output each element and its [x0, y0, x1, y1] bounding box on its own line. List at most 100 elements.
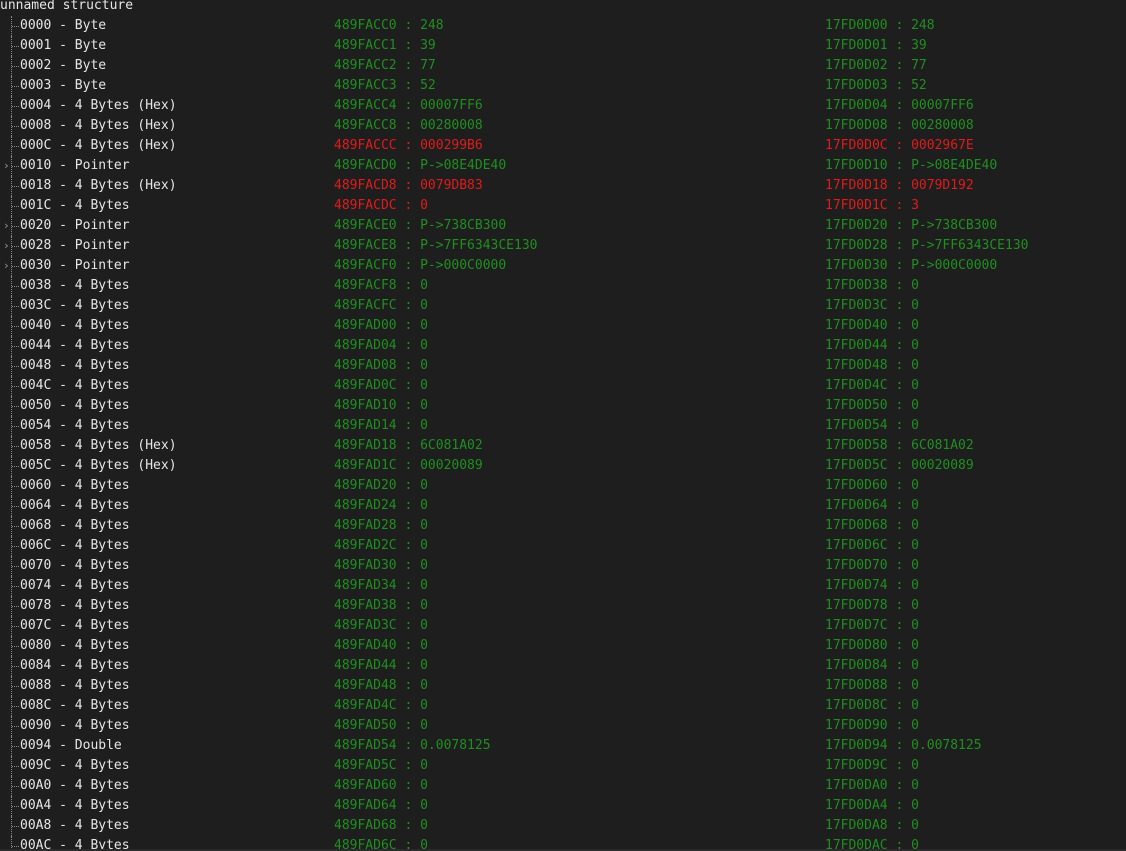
- address-value-group2[interactable]: 17FD0D40 : 0: [825, 316, 919, 336]
- address-value-group2[interactable]: 17FD0DA0 : 0: [825, 776, 919, 796]
- structure-title[interactable]: unnamed structure: [0, 0, 133, 16]
- address-value-group2[interactable]: 17FD0D10 : P->08E4DE40: [825, 156, 997, 176]
- address-value-group1[interactable]: 489FAD14 : 0: [334, 416, 428, 436]
- address-value-group1[interactable]: 489FACC0 : 248: [334, 16, 444, 36]
- address-value-group1[interactable]: 489FACC2 : 77: [334, 56, 436, 76]
- address-value-group2[interactable]: 17FD0D9C : 0: [825, 756, 919, 776]
- table-row[interactable]: 007C - 4 Bytes 489FAD3C : 0 17FD0D7C : 0: [0, 616, 1126, 636]
- address-value-group1[interactable]: 489FACFC : 0: [334, 296, 428, 316]
- table-row[interactable]: 0003 - Byte 489FACC3 : 52 17FD0D03 : 52: [0, 76, 1126, 96]
- address-value-group1[interactable]: 489FAD28 : 0: [334, 516, 428, 536]
- address-value-group1[interactable]: 489FAD60 : 0: [334, 776, 428, 796]
- address-value-group2[interactable]: 17FD0D1C : 3: [825, 196, 919, 216]
- address-value-group2[interactable]: 17FD0D78 : 0: [825, 596, 919, 616]
- address-value-group2[interactable]: 17FD0D30 : P->000C0000: [825, 256, 997, 276]
- address-value-group2[interactable]: 17FD0D08 : 00280008: [825, 116, 974, 136]
- address-value-group2[interactable]: 17FD0D48 : 0: [825, 356, 919, 376]
- address-value-group1[interactable]: 489FACCC : 000299B6: [334, 136, 483, 156]
- address-value-group2[interactable]: 17FD0D01 : 39: [825, 36, 927, 56]
- table-row[interactable]: 0040 - 4 Bytes 489FAD00 : 0 17FD0D40 : 0: [0, 316, 1126, 336]
- table-row[interactable]: 0068 - 4 Bytes 489FAD28 : 0 17FD0D68 : 0: [0, 516, 1126, 536]
- address-value-group2[interactable]: 17FD0D74 : 0: [825, 576, 919, 596]
- chevron-right-icon[interactable]: ›: [3, 156, 11, 176]
- address-value-group2[interactable]: 17FD0D0C : 0002967E: [825, 136, 974, 156]
- table-row[interactable]: 0018 - 4 Bytes (Hex) 489FACD8 : 0079DB83 1…: [0, 176, 1126, 196]
- address-value-group1[interactable]: 489FAD50 : 0: [334, 716, 428, 736]
- address-value-group2[interactable]: 17FD0D94 : 0.0078125: [825, 736, 982, 756]
- table-row[interactable]: 005C - 4 Bytes (Hex) 489FAD1C : 00020089 1…: [0, 456, 1126, 476]
- table-row[interactable]: 0094 - Double 489FAD54 : 0.0078125 17FD0D9…: [0, 736, 1126, 756]
- address-value-group2[interactable]: 17FD0D4C : 0: [825, 376, 919, 396]
- table-row[interactable]: 009C - 4 Bytes 489FAD5C : 0 17FD0D9C : 0: [0, 756, 1126, 776]
- table-row[interactable]: 0008 - 4 Bytes (Hex) 489FACC8 : 00280008 1…: [0, 116, 1126, 136]
- address-value-group2[interactable]: 17FD0D3C : 0: [825, 296, 919, 316]
- address-value-group2[interactable]: 17FD0DA8 : 0: [825, 816, 919, 836]
- address-value-group2[interactable]: 17FD0D5C : 00020089: [825, 456, 974, 476]
- table-row[interactable]: 0090 - 4 Bytes 489FAD50 : 0 17FD0D90 : 0: [0, 716, 1126, 736]
- address-value-group2[interactable]: 17FD0DA4 : 0: [825, 796, 919, 816]
- table-row[interactable]: 004C - 4 Bytes 489FAD0C : 0 17FD0D4C : 0: [0, 376, 1126, 396]
- address-value-group2[interactable]: 17FD0D28 : P->7FF6343CE130: [825, 236, 1029, 256]
- address-value-group1[interactable]: 489FAD18 : 6C081A02: [334, 436, 483, 456]
- address-value-group2[interactable]: 17FD0D80 : 0: [825, 636, 919, 656]
- address-value-group2[interactable]: 17FD0D90 : 0: [825, 716, 919, 736]
- table-row[interactable]: 0084 - 4 Bytes 489FAD44 : 0 17FD0D84 : 0: [0, 656, 1126, 676]
- table-row[interactable]: 008C - 4 Bytes 489FAD4C : 0 17FD0D8C : 0: [0, 696, 1126, 716]
- address-value-group1[interactable]: 489FAD54 : 0.0078125: [334, 736, 491, 756]
- address-value-group1[interactable]: 489FACC8 : 00280008: [334, 116, 483, 136]
- address-value-group1[interactable]: 489FAD30 : 0: [334, 556, 428, 576]
- table-row[interactable]: 0064 - 4 Bytes 489FAD24 : 0 17FD0D64 : 0: [0, 496, 1126, 516]
- address-value-group2[interactable]: 17FD0D88 : 0: [825, 676, 919, 696]
- address-value-group2[interactable]: 17FD0D03 : 52: [825, 76, 927, 96]
- address-value-group1[interactable]: 489FAD38 : 0: [334, 596, 428, 616]
- table-row[interactable]: 0070 - 4 Bytes 489FAD30 : 0 17FD0D70 : 0: [0, 556, 1126, 576]
- table-row[interactable]: 0038 - 4 Bytes 489FACF8 : 0 17FD0D38 : 0: [0, 276, 1126, 296]
- table-row[interactable]: 0074 - 4 Bytes 489FAD34 : 0 17FD0D74 : 0: [0, 576, 1126, 596]
- address-value-group1[interactable]: 489FAD1C : 00020089: [334, 456, 483, 476]
- table-row[interactable]: 00A8 - 4 Bytes 489FAD68 : 0 17FD0DA8 : 0: [0, 816, 1126, 836]
- address-value-group1[interactable]: 489FACD0 : P->08E4DE40: [334, 156, 506, 176]
- table-row[interactable]: › 0028 - Pointer 489FACE8 : P->7FF6343CE13…: [0, 236, 1126, 256]
- address-value-group2[interactable]: 17FD0D7C : 0: [825, 616, 919, 636]
- table-row[interactable]: 001C - 4 Bytes 489FACDC : 0 17FD0D1C : 3: [0, 196, 1126, 216]
- address-value-group1[interactable]: 489FACC4 : 00007FF6: [334, 96, 483, 116]
- table-row[interactable]: 0044 - 4 Bytes 489FAD04 : 0 17FD0D44 : 0: [0, 336, 1126, 356]
- address-value-group2[interactable]: 17FD0D68 : 0: [825, 516, 919, 536]
- table-row[interactable]: 00A4 - 4 Bytes 489FAD64 : 0 17FD0DA4 : 0: [0, 796, 1126, 816]
- table-row[interactable]: 0060 - 4 Bytes 489FAD20 : 0 17FD0D60 : 0: [0, 476, 1126, 496]
- address-value-group1[interactable]: 489FACC3 : 52: [334, 76, 436, 96]
- table-row[interactable]: 0001 - Byte 489FACC1 : 39 17FD0D01 : 39: [0, 36, 1126, 56]
- address-value-group1[interactable]: 489FAD08 : 0: [334, 356, 428, 376]
- address-value-group1[interactable]: 489FAD24 : 0: [334, 496, 428, 516]
- table-row[interactable]: 0078 - 4 Bytes 489FAD38 : 0 17FD0D78 : 0: [0, 596, 1126, 616]
- address-value-group1[interactable]: 489FAD3C : 0: [334, 616, 428, 636]
- table-row[interactable]: › 0010 - Pointer 489FACD0 : P->08E4DE40 17F…: [0, 156, 1126, 176]
- table-row[interactable]: 000C - 4 Bytes (Hex) 489FACCC : 000299B6 1…: [0, 136, 1126, 156]
- address-value-group1[interactable]: 489FAD10 : 0: [334, 396, 428, 416]
- address-value-group1[interactable]: 489FAD4C : 0: [334, 696, 428, 716]
- table-row[interactable]: 003C - 4 Bytes 489FACFC : 0 17FD0D3C : 0: [0, 296, 1126, 316]
- address-value-group1[interactable]: 489FAD44 : 0: [334, 656, 428, 676]
- address-value-group1[interactable]: 489FAD34 : 0: [334, 576, 428, 596]
- table-row[interactable]: 0048 - 4 Bytes 489FAD08 : 0 17FD0D48 : 0: [0, 356, 1126, 376]
- address-value-group2[interactable]: 17FD0D54 : 0: [825, 416, 919, 436]
- table-row[interactable]: › 0030 - Pointer 489FACF0 : P->000C0000 17F…: [0, 256, 1126, 276]
- address-value-group1[interactable]: 489FACE8 : P->7FF6343CE130: [334, 236, 538, 256]
- chevron-right-icon[interactable]: ›: [3, 236, 11, 256]
- table-row[interactable]: 0058 - 4 Bytes (Hex) 489FAD18 : 6C081A02 1…: [0, 436, 1126, 456]
- address-value-group2[interactable]: 17FD0D50 : 0: [825, 396, 919, 416]
- chevron-right-icon[interactable]: ›: [3, 256, 11, 276]
- address-value-group1[interactable]: 489FACDC : 0: [334, 196, 428, 216]
- address-value-group2[interactable]: 17FD0D60 : 0: [825, 476, 919, 496]
- table-row[interactable]: 0080 - 4 Bytes 489FAD40 : 0 17FD0D80 : 0: [0, 636, 1126, 656]
- table-row[interactable]: 006C - 4 Bytes 489FAD2C : 0 17FD0D6C : 0: [0, 536, 1126, 556]
- address-value-group2[interactable]: 17FD0D84 : 0: [825, 656, 919, 676]
- address-value-group2[interactable]: 17FD0D04 : 00007FF6: [825, 96, 974, 116]
- address-value-group1[interactable]: 489FAD64 : 0: [334, 796, 428, 816]
- address-value-group2[interactable]: 17FD0D6C : 0: [825, 536, 919, 556]
- address-value-group2[interactable]: 17FD0D00 : 248: [825, 16, 935, 36]
- address-value-group1[interactable]: 489FAD04 : 0: [334, 336, 428, 356]
- address-value-group2[interactable]: 17FD0D44 : 0: [825, 336, 919, 356]
- table-row[interactable]: 00A0 - 4 Bytes 489FAD60 : 0 17FD0DA0 : 0: [0, 776, 1126, 796]
- table-row[interactable]: › 0020 - Pointer 489FACE0 : P->738CB300 17F…: [0, 216, 1126, 236]
